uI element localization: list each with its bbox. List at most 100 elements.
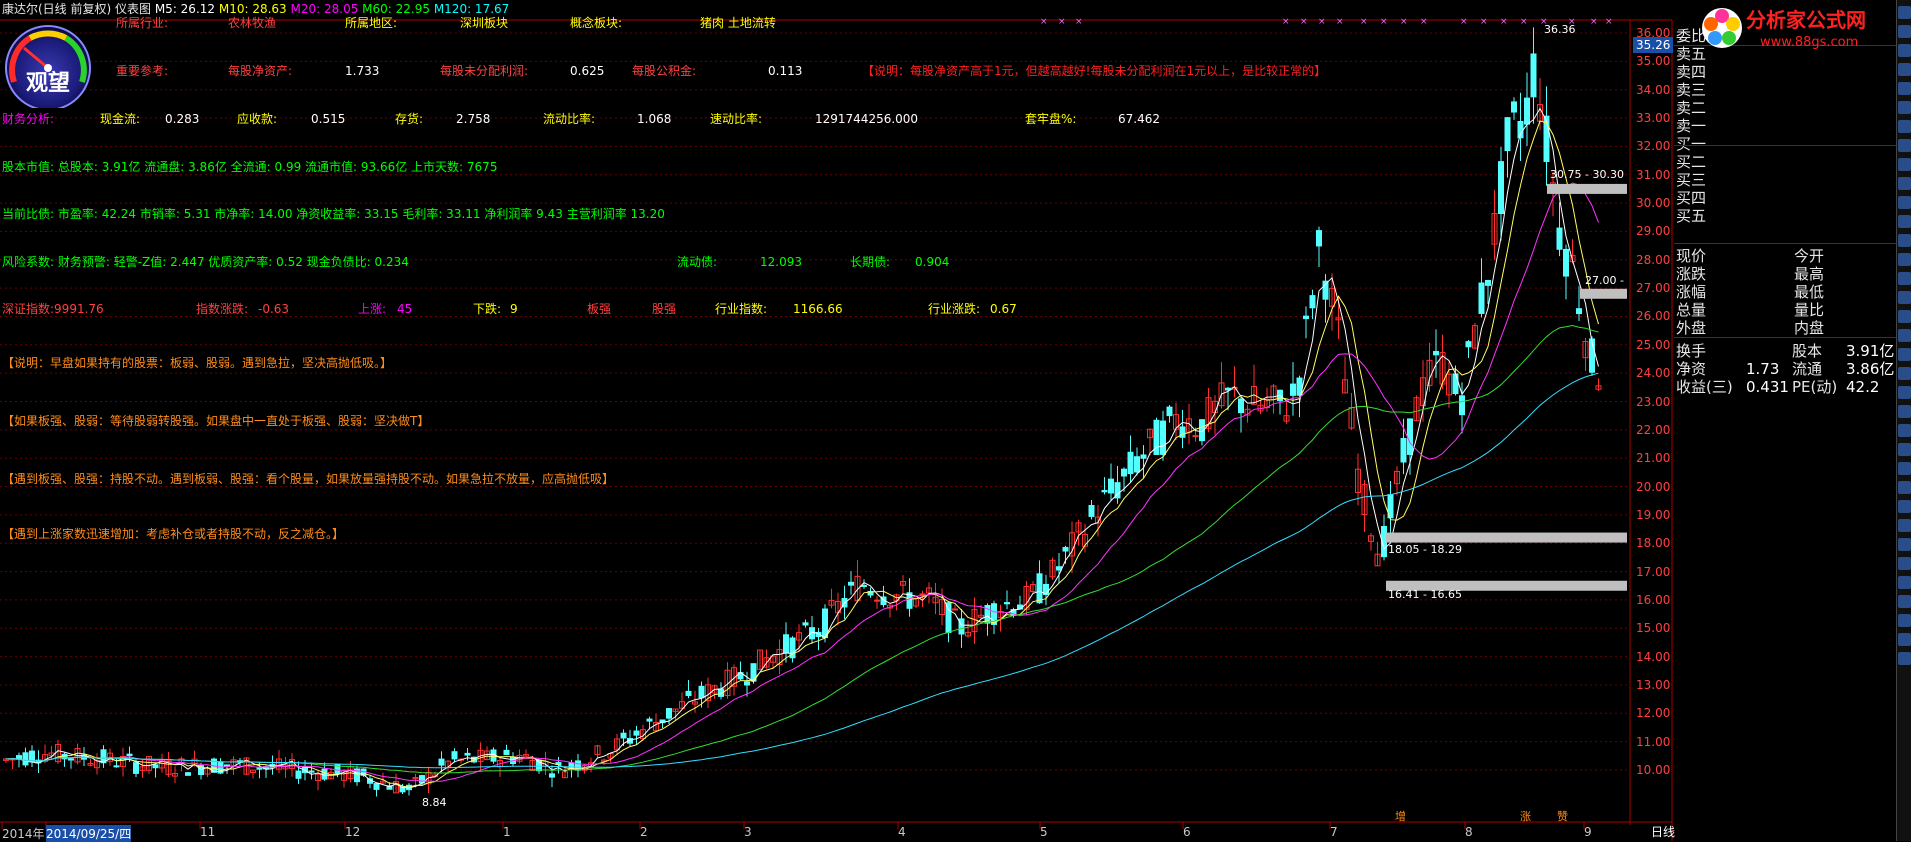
info-text: 45 xyxy=(397,302,413,316)
info-text: 所属地区: xyxy=(345,16,398,30)
order-book-label: 卖一 xyxy=(1676,117,1707,135)
info-text: 财务分析: xyxy=(2,112,55,126)
stat-label: 换手 xyxy=(1676,342,1707,360)
price-tick-label: 27.00 xyxy=(1636,281,1671,296)
info-text: 所属行业: xyxy=(116,16,169,30)
info-text: 0.283 xyxy=(165,112,200,126)
info-text: 0.67 xyxy=(990,302,1017,316)
info-text: 12.093 xyxy=(760,255,802,269)
signal-marker: × xyxy=(1500,17,1508,27)
signal-marker: × xyxy=(1336,17,1344,27)
info-text: 上涨: xyxy=(358,302,387,316)
info-text: 风险系数: 财务预警: 轻警-Z值: 2.447 优质资产率: 0.52 现金负… xyxy=(2,255,409,269)
candle-body xyxy=(1192,435,1199,438)
info-text: 行业涨跌: xyxy=(928,302,981,316)
price-tick-label: 10.00 xyxy=(1636,763,1671,777)
info-text: 下跌: xyxy=(473,302,502,316)
ma-legend-item: M5: 26.12 xyxy=(154,2,216,16)
info-text: 应收款: xyxy=(237,112,278,126)
candle-body xyxy=(1400,438,1407,463)
info-text: 9 xyxy=(510,302,518,316)
order-book-label: 买五 xyxy=(1676,207,1707,225)
title-text: 康达尔(日线 前复权) 仪表图 xyxy=(2,2,151,16)
low-price-label: 8.84 xyxy=(422,796,447,809)
zone-bar xyxy=(1386,532,1627,543)
price-tick-label: 15.00 xyxy=(1636,621,1671,636)
stat-label: 净资 xyxy=(1676,360,1707,378)
panel-separator xyxy=(1674,337,1896,338)
quote-label: 总量 xyxy=(1676,301,1707,319)
info-text: 流动比率: xyxy=(543,112,596,126)
quote-label: 现价 xyxy=(1676,247,1707,265)
candle-body xyxy=(1576,308,1582,315)
candle-body xyxy=(1316,230,1322,247)
candle-body xyxy=(1004,602,1010,605)
zone-label: 18.05 - 18.29 xyxy=(1388,543,1462,556)
quote-label: 涨幅 xyxy=(1676,283,1707,301)
price-tick-label: 11.00 xyxy=(1636,734,1671,749)
date-tick-label: 2014年 xyxy=(2,827,45,841)
candle-body xyxy=(861,584,867,587)
candle-body xyxy=(133,762,139,774)
signal-marker: × xyxy=(1568,17,1576,27)
stat-label: PE(动) xyxy=(1792,378,1838,396)
stock-chart-window: 36.36 8.84 30.75 - 30.30 27.00 -18.05 - 18.… xyxy=(0,0,1911,842)
order-book-label: 买四 xyxy=(1676,189,1707,207)
info-text: 概念板块: xyxy=(570,16,623,30)
candle-body xyxy=(1062,546,1069,552)
date-tick-label: 3 xyxy=(744,825,752,839)
candle-body xyxy=(464,752,471,756)
info-text: 1.733 xyxy=(345,64,380,78)
period-label[interactable]: 日线 xyxy=(1651,825,1675,839)
quote-label: 今开 xyxy=(1794,247,1825,265)
price-tick-label: 21.00 xyxy=(1636,451,1671,466)
info-text: -0.63 xyxy=(258,302,290,316)
signal-marker: × xyxy=(1058,17,1066,27)
candle-body xyxy=(1134,456,1140,473)
candle-body xyxy=(1504,117,1511,152)
price-tick-label: 23.00 xyxy=(1636,394,1671,409)
date-tick-label: 5 xyxy=(1040,825,1048,839)
signal-marker: × xyxy=(1460,17,1468,27)
price-tick-label: 33.00 xyxy=(1636,111,1671,126)
ma-legend-item: M20: 28.05 xyxy=(286,2,359,16)
window-title: 康达尔(日线 前复权) 仪表图 M5: 26.12 M10: 28.63 M20… xyxy=(2,2,509,16)
info-text: 0.625 xyxy=(570,64,605,78)
ma120-line xyxy=(5,372,1599,769)
candle-body xyxy=(373,783,380,790)
right-toolbar[interactable] xyxy=(1896,0,1911,841)
quote-label: 量比 xyxy=(1794,301,1825,319)
signal-marker: × xyxy=(1400,17,1408,27)
ma-legend-item: M10: 28.63 xyxy=(215,2,287,16)
candle-body xyxy=(802,622,809,626)
candle-body xyxy=(22,752,29,766)
price-tick-label: 26.00 xyxy=(1636,309,1671,324)
candle-body xyxy=(113,765,120,768)
price-tick-label: 20.00 xyxy=(1636,479,1671,494)
logo-url: www.88gs.com xyxy=(1760,35,1859,50)
candle-body xyxy=(1121,468,1127,477)
candle-body xyxy=(874,599,880,602)
candle-body xyxy=(1556,227,1563,250)
ma-legend-item: M60: 22.95 xyxy=(358,2,430,16)
candle-body xyxy=(744,681,750,686)
price-tick-label: 30.00 xyxy=(1636,196,1671,211)
info-text: 【如果板强、股弱：等待股弱转股强。如果盘中一直处于板强、股弱：坚决做T】 xyxy=(2,414,430,428)
candle-body xyxy=(1433,350,1439,356)
info-text: 流动债: xyxy=(677,255,718,269)
candle-body xyxy=(1056,566,1062,571)
date-tick-label: 12 xyxy=(345,825,361,839)
candle-body xyxy=(952,608,958,611)
zone-label: 30.75 - 30.30 xyxy=(1550,168,1624,181)
candle-body xyxy=(848,581,854,586)
logo: 分析家公式网 www.88gs.com xyxy=(1700,0,1896,60)
info-text: 猪肉 土地流转 xyxy=(700,16,776,30)
signal-marker: × xyxy=(1040,17,1048,27)
candle-body xyxy=(185,772,191,776)
candle-body xyxy=(126,753,133,757)
candle-body xyxy=(1478,282,1485,314)
candle-body xyxy=(620,732,627,739)
candle-body xyxy=(152,764,159,769)
price-tick-label: 32.00 xyxy=(1636,139,1671,154)
stat-value: 3.91亿 xyxy=(1846,342,1895,360)
